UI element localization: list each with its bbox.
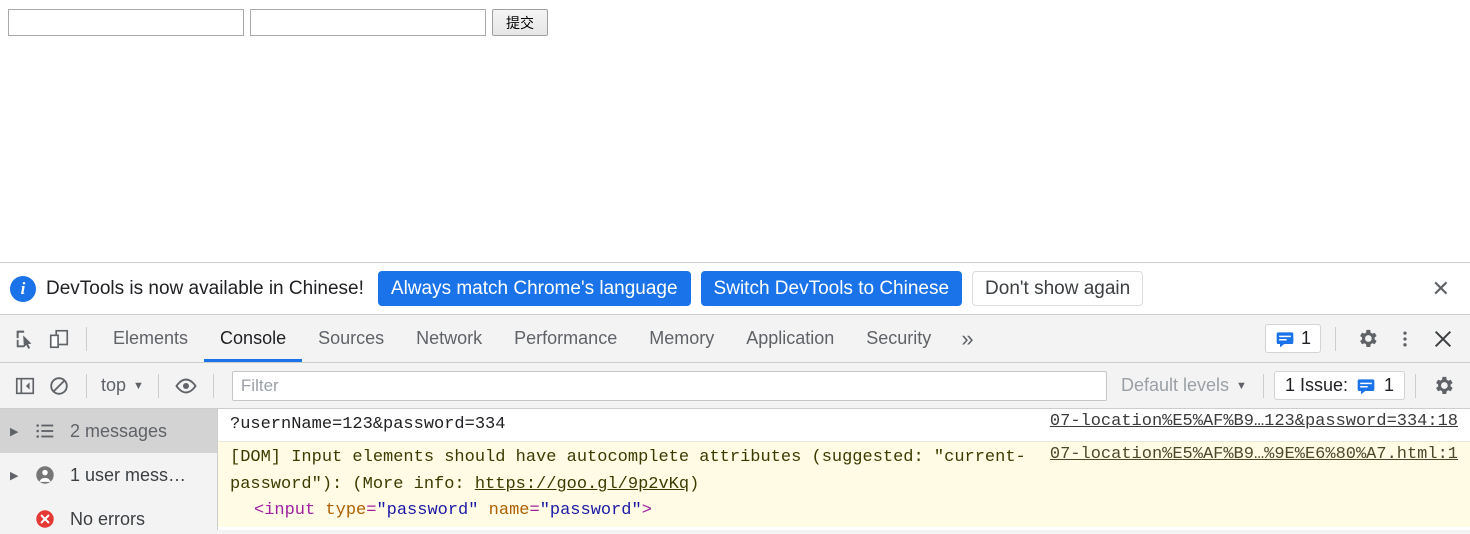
sidebar-item-label: 2 messages: [70, 420, 168, 441]
issues-bar-count: 1: [1383, 375, 1394, 395]
tab-application[interactable]: Application: [730, 315, 850, 362]
execution-context-selector[interactable]: top ▼: [97, 375, 148, 396]
execution-context-label: top: [101, 375, 127, 395]
banner-close-icon[interactable]: ✕: [1426, 277, 1456, 300]
console-message-text: ?usernName=123&password=334: [230, 415, 506, 434]
devtools-close-icon[interactable]: [1426, 322, 1460, 356]
console-settings-gear-icon[interactable]: [1426, 369, 1460, 403]
tab-console[interactable]: Console: [204, 315, 303, 362]
html-snippet: <input type="password" name="password">: [230, 498, 1034, 524]
snippet-attr-2-name: name: [478, 501, 530, 521]
more-tabs-icon[interactable]: »: [947, 326, 987, 352]
live-expression-icon[interactable]: [169, 369, 203, 403]
snippet-attr-1-eq: =: [366, 501, 377, 521]
right-tools-divider: [1335, 326, 1336, 351]
tab-performance[interactable]: Performance: [498, 315, 633, 362]
issues-counter-button[interactable]: 1: [1264, 324, 1321, 353]
sidebar-item-messages[interactable]: ▶ 2 messages: [0, 409, 217, 453]
more-info-link[interactable]: https://goo.gl/9p2vKq: [475, 475, 689, 494]
console-message-text: [DOM] Input elements should have autocom…: [230, 445, 1050, 524]
console-sidebar-toggle-icon[interactable]: [8, 369, 42, 403]
console-toolbar: top ▼ Default levels ▼ 1 Issue: 1: [0, 363, 1470, 409]
devtools-tabstrip: Elements Console Sources Network Perform…: [0, 315, 1470, 363]
console-toolbar-divider-4: [1262, 373, 1264, 398]
message-icon: [1276, 331, 1294, 347]
toolbar-divider: [86, 326, 87, 351]
chevron-down-icon: ▼: [1236, 379, 1247, 392]
devtools-panel: i DevTools is now available in Chinese! …: [0, 262, 1470, 534]
snippet-tag-close: >: [641, 501, 652, 521]
console-toolbar-divider-5: [1415, 373, 1416, 398]
chevron-down-icon: ▼: [133, 379, 144, 392]
message-icon: [1357, 378, 1375, 394]
info-icon: i: [10, 275, 36, 302]
console-message-list: ?usernName=123&password=334 07-location%…: [218, 409, 1470, 530]
sidebar-item-label: 1 user mess…: [70, 464, 187, 485]
language-banner: i DevTools is now available in Chinese! …: [0, 263, 1470, 315]
expand-triangle-icon[interactable]: ▶: [10, 425, 24, 438]
always-match-language-button[interactable]: Always match Chrome's language: [377, 270, 691, 307]
tab-elements[interactable]: Elements: [97, 315, 204, 362]
tabstrip-right-tools: 1: [1264, 322, 1460, 356]
username-input[interactable]: [8, 9, 244, 36]
web-page-content: 提交: [0, 0, 1470, 262]
device-toolbar-icon[interactable]: [42, 322, 76, 356]
console-toolbar-divider-3: [212, 373, 214, 398]
error-circle-icon: [34, 508, 60, 530]
kebab-menu-icon[interactable]: [1388, 322, 1422, 356]
tab-sources[interactable]: Sources: [302, 315, 400, 362]
login-form: 提交: [8, 9, 548, 36]
console-message-log[interactable]: ?usernName=123&password=334 07-location%…: [218, 409, 1470, 443]
banner-message: DevTools is now available in Chinese!: [46, 277, 364, 299]
gear-icon[interactable]: [1350, 322, 1384, 356]
log-levels-selector[interactable]: Default levels ▼: [1115, 375, 1253, 396]
sidebar-item-label: No errors: [70, 508, 146, 529]
issues-bar-label: 1 Issue:: [1284, 375, 1348, 395]
tab-security[interactable]: Security: [850, 315, 947, 362]
snippet-tag-open: <input: [254, 501, 316, 521]
sidebar-item-user-messages[interactable]: ▶ 1 user mess…: [0, 453, 217, 497]
console-toolbar-divider-1: [86, 373, 87, 398]
switch-to-chinese-button[interactable]: Switch DevTools to Chinese: [700, 270, 963, 307]
log-levels-label: Default levels: [1120, 375, 1230, 395]
console-message-source-link[interactable]: 07-location%E5%AF%B9…%9E%E6%80%A7.html:1: [1050, 445, 1458, 464]
password-input[interactable]: [250, 9, 486, 36]
snippet-attr-2-eq: =: [529, 501, 540, 521]
snippet-attr-1-name: type: [315, 501, 367, 521]
console-message-source-link[interactable]: 07-location%E5%AF%B9…123&password=334:18: [1050, 412, 1458, 431]
list-icon: [34, 420, 60, 442]
console-sidebar: ▶ 2 messages ▶ 1 user mess… No errors: [0, 409, 218, 530]
panel-tabs: Elements Console Sources Network Perform…: [97, 315, 988, 362]
console-toolbar-divider-2: [157, 373, 159, 398]
sidebar-item-errors[interactable]: ▶ No errors: [0, 497, 217, 530]
inspect-element-icon[interactable]: [8, 322, 42, 356]
expand-triangle-icon[interactable]: ▶: [10, 469, 24, 482]
tab-network[interactable]: Network: [400, 315, 498, 362]
console-body: ▶ 2 messages ▶ 1 user mess… No errors ?u…: [0, 409, 1470, 530]
user-icon: [34, 464, 60, 486]
snippet-attr-1-value: "password": [376, 501, 479, 521]
tab-memory[interactable]: Memory: [633, 315, 730, 362]
dont-show-again-button[interactable]: Don't show again: [972, 270, 1144, 307]
submit-button[interactable]: 提交: [492, 9, 548, 36]
snippet-attr-2-value: "password": [539, 501, 642, 521]
console-message-warning[interactable]: [DOM] Input elements should have autocom…: [218, 442, 1470, 528]
issues-count: 1: [1300, 328, 1311, 348]
warning-text-part2: ): [689, 474, 700, 494]
issues-bar-button[interactable]: 1 Issue: 1: [1273, 371, 1405, 400]
clear-console-icon[interactable]: [42, 369, 76, 403]
filter-input[interactable]: [231, 370, 1107, 401]
